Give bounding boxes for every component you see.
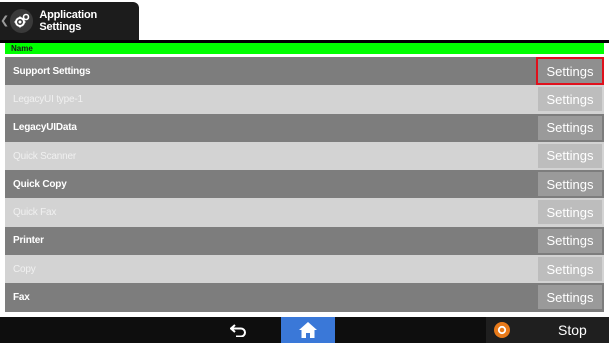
back-chevron-icon[interactable]: ❮ xyxy=(0,2,9,40)
settings-button[interactable]: Settings xyxy=(538,228,602,253)
settings-button[interactable]: Settings xyxy=(538,257,602,282)
stop-button[interactable]: Stop xyxy=(486,317,609,343)
settings-button[interactable]: Settings xyxy=(538,87,602,112)
settings-button[interactable]: Settings xyxy=(538,115,602,140)
row-label: LegacyUIData xyxy=(13,122,77,134)
row-label: Quick Copy xyxy=(13,178,67,190)
list-row[interactable]: Quick Scanner Settings xyxy=(5,141,604,171)
row-label: LegacyUI type-1 xyxy=(13,93,83,105)
row-label: Fax xyxy=(13,292,30,304)
home-button[interactable] xyxy=(281,317,335,343)
row-label: Printer xyxy=(13,235,44,247)
row-label: Copy xyxy=(13,263,36,275)
bottom-bar: Stop xyxy=(0,317,609,343)
gears-icon xyxy=(10,9,34,33)
list-row[interactable]: Printer Settings xyxy=(5,226,604,256)
stop-icon xyxy=(494,322,510,338)
list-row[interactable]: Quick Fax Settings xyxy=(5,198,604,227)
row-label: Support Settings xyxy=(13,65,91,77)
row-label: Quick Scanner xyxy=(13,150,76,162)
list-row[interactable]: LegacyUI type-1 Settings xyxy=(5,85,604,114)
back-arrow-icon xyxy=(230,324,246,337)
list-row[interactable]: Support Settings Settings xyxy=(5,57,604,86)
row-label: Quick Fax xyxy=(13,207,57,219)
settings-button[interactable]: Settings xyxy=(538,172,602,197)
list-row[interactable]: LegacyUIData Settings xyxy=(5,113,604,142)
title-tab: ❮ Application Settings xyxy=(0,2,139,40)
back-button[interactable] xyxy=(204,317,274,343)
list-row[interactable]: Quick Copy Settings xyxy=(5,170,604,199)
column-header: Name xyxy=(5,43,604,54)
stop-label: Stop xyxy=(558,322,587,338)
settings-button[interactable]: Settings xyxy=(538,200,602,225)
list-row[interactable]: Fax Settings xyxy=(5,283,604,312)
settings-button[interactable]: Settings xyxy=(538,285,602,310)
home-icon xyxy=(299,322,317,338)
page-title: Application Settings xyxy=(39,9,98,33)
title-bar: ❮ Application Settings xyxy=(0,0,609,40)
settings-button[interactable]: Settings xyxy=(536,57,604,85)
list-row[interactable]: Copy Settings xyxy=(5,255,604,284)
settings-button[interactable]: Settings xyxy=(538,143,602,168)
column-header-name: Name xyxy=(11,44,33,53)
application-list: Support Settings Settings LegacyUI type-1 S… xyxy=(5,57,604,312)
